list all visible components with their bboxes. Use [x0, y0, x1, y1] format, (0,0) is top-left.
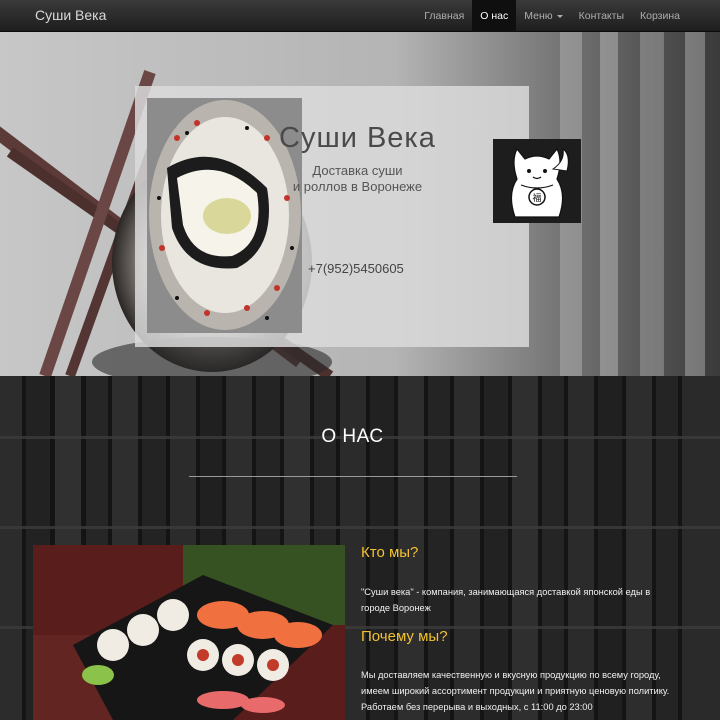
brand-link[interactable]: Суши Века: [35, 7, 106, 23]
sushi-set-photo: [33, 545, 345, 720]
nav-menu: Главная О нас Меню Контакты Корзина: [416, 0, 688, 32]
nav-item-menu-label: Меню: [524, 10, 553, 22]
section-divider: [189, 476, 517, 477]
hero-subtitle: Доставка суши и роллов в Воронеже: [270, 163, 445, 195]
hero-phone-link[interactable]: +7(952)5450605: [308, 261, 404, 276]
who-we-are-heading: Кто мы?: [361, 544, 419, 561]
logo-badge: 福: [493, 139, 581, 223]
nav-item-cart[interactable]: Корзина: [632, 0, 688, 32]
nav-item-about[interactable]: О нас: [472, 0, 517, 32]
nav-item-contacts[interactable]: Контакты: [571, 0, 632, 32]
lucky-cat-icon: 福: [493, 139, 581, 223]
why-us-heading: Почему мы?: [361, 628, 448, 645]
nav-item-menu[interactable]: Меню: [516, 0, 570, 32]
svg-text:福: 福: [532, 192, 541, 204]
about-section: О НАС Кто мы? "Суши века" - компания, за…: [0, 376, 720, 720]
nav-item-home[interactable]: Главная: [416, 0, 472, 32]
who-we-are-text: "Суши века" - компания, занимающаяся дос…: [361, 587, 651, 613]
caret-down-icon: [556, 14, 563, 18]
hero-section: Суши Века Доставка суши и роллов в Ворон…: [0, 32, 720, 376]
top-navbar: Суши Века Главная О нас Меню Контакты Ко…: [0, 0, 720, 32]
hero-subtitle-line-1: Доставка суши: [312, 163, 403, 178]
hero-title: Суши Века: [279, 122, 436, 154]
why-us-text: Мы доставляем качественную и вкусную про…: [361, 670, 670, 712]
hero-subtitle-line-2: и роллов в Воронеже: [292, 179, 423, 194]
section-title-about: О НАС: [321, 426, 384, 447]
